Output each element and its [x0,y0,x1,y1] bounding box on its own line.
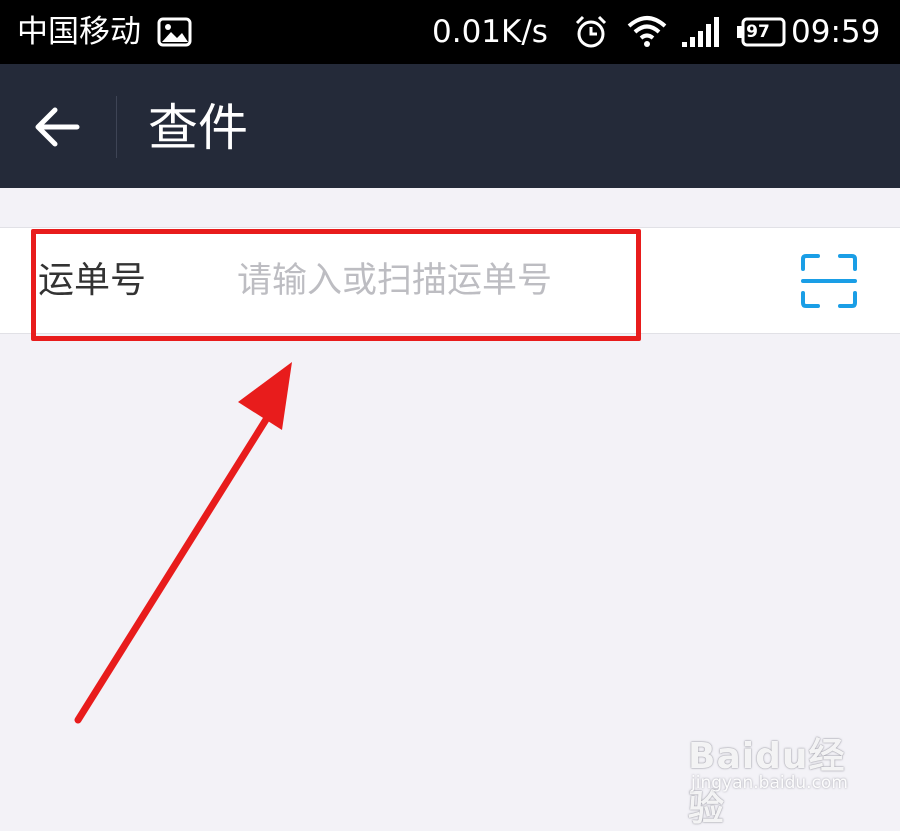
battery-level: 97 [746,22,770,42]
annotation-arrow [74,362,292,724]
signal-icon [682,17,719,47]
app-bar: 查件 [0,64,900,188]
highlight-box [31,229,641,341]
watermark-url: jingyan.baidu.com [691,773,848,793]
page-title: 查件 [148,99,248,157]
back-arrow-icon[interactable] [33,106,81,148]
clock-time: 09:59 [791,14,881,50]
network-speed: 0.01K/s [432,14,548,50]
carrier-name: 中国移动 [17,14,141,50]
alarm-icon [575,15,607,48]
wifi-icon [627,16,667,47]
status-bar: 中国移动 0.01K/s 97 09:59 [0,0,900,64]
appbar-divider [116,96,117,158]
baidu-watermark: Baidu经验 jingyan.baidu.com [688,715,868,829]
scan-icon[interactable] [800,253,858,309]
gallery-icon [157,17,192,47]
